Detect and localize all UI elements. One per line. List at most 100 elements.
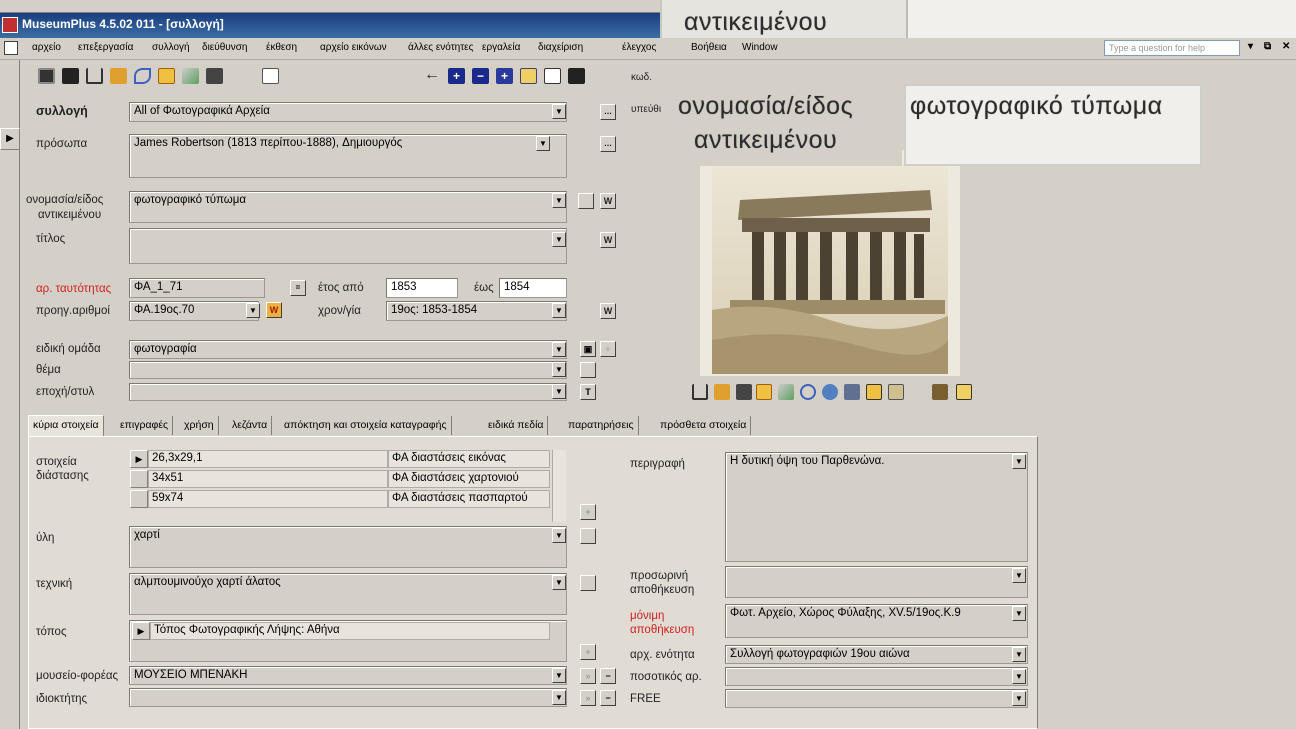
row-selector-icon[interactable]: ▶ <box>130 450 148 468</box>
menu-control[interactable]: έλεγχος <box>622 42 656 53</box>
place-add-icon[interactable]: + <box>580 644 596 660</box>
quantity-dropdown-icon[interactable]: ▼ <box>1012 669 1026 684</box>
era-style-field[interactable] <box>129 383 567 401</box>
back-arrow-icon[interactable]: ← <box>424 67 441 84</box>
year-to-field[interactable]: 1854 <box>499 278 567 298</box>
img-globe-icon[interactable] <box>822 384 838 400</box>
technique-field[interactable]: αλμπουμινούχο χαρτί άλατος <box>129 573 567 615</box>
img-save-icon[interactable] <box>866 384 882 400</box>
dimension-value[interactable]: 59x74 <box>148 490 388 508</box>
archive-unit-field[interactable]: Συλλογή φωτογραφιών 19ου αιώνα <box>725 645 1028 664</box>
minimize-icon[interactable]: ▾ <box>1248 41 1253 52</box>
restore-icon[interactable]: ⧉ <box>1264 41 1271 52</box>
img-person-icon[interactable] <box>714 384 730 400</box>
era-style-dropdown-icon[interactable]: ▼ <box>552 384 566 399</box>
museum-dropdown-icon[interactable]: ▼ <box>552 668 566 683</box>
owner-minus-icon[interactable]: − <box>600 690 616 706</box>
place-value[interactable]: Τόπος Φωτογραφικής Λήψης: Αθήνα <box>150 622 550 640</box>
dimension-value[interactable]: 26,3x29,1 <box>148 450 388 468</box>
special-group-add-icon[interactable]: + <box>600 341 616 357</box>
object-name-blank-button[interactable] <box>578 193 594 209</box>
tab-main[interactable]: κύρια στοιχεία <box>28 415 104 436</box>
special-group-dropdown-icon[interactable]: ▼ <box>552 342 566 357</box>
perm-storage-field[interactable]: Φωτ. Αρχείο, Χώρος Φύλαξης, XV.5/19ος.Κ.… <box>725 604 1028 638</box>
material-blank-button[interactable] <box>580 528 596 544</box>
row-selector[interactable] <box>130 490 148 508</box>
owner-link-icon[interactable]: » <box>580 690 596 706</box>
img-columns-icon[interactable] <box>692 384 708 400</box>
description-field[interactable]: Η δυτική όψη του Παρθενώνα. <box>725 452 1028 562</box>
quantity-field[interactable] <box>725 667 1028 686</box>
material-field[interactable]: χαρτί <box>129 526 567 568</box>
chronology-field[interactable]: 19ος: 1853-1854 <box>386 301 567 321</box>
place-row-selector-icon[interactable]: ▶ <box>132 622 150 640</box>
plus-icon[interactable]: + <box>448 68 465 84</box>
dimension-type[interactable]: ΦΑ διαστάσεις εικόνας <box>388 450 550 468</box>
form-icon[interactable] <box>4 41 18 55</box>
img-camera-icon[interactable] <box>736 384 752 400</box>
persons-field[interactable]: James Robertson (1813 περίπου-1888), Δημ… <box>129 134 567 178</box>
chronology-dropdown-icon[interactable]: ▼ <box>552 303 566 318</box>
subject-field[interactable] <box>129 361 567 379</box>
pen-icon[interactable] <box>182 68 199 84</box>
prev-no-dropdown-icon[interactable]: ▼ <box>246 303 260 318</box>
columns-icon[interactable] <box>86 68 103 84</box>
help-search-input[interactable]: Type a question for help <box>1104 40 1240 56</box>
menu-window[interactable]: Window <box>742 42 778 53</box>
img-pen-icon[interactable] <box>778 384 794 400</box>
img-edit-icon[interactable] <box>888 384 904 400</box>
collection-dropdown-icon[interactable]: ▼ <box>552 104 566 119</box>
dimension-type[interactable]: ΦΑ διαστάσεις πασπαρτού <box>388 490 550 508</box>
tab-use[interactable]: χρήση <box>180 416 219 435</box>
persons-more-button[interactable]: … <box>600 136 616 152</box>
dimensions-add-icon[interactable]: + <box>580 504 596 520</box>
menu-help[interactable]: Βοήθεια <box>691 42 727 53</box>
img-rotate-icon[interactable] <box>800 384 816 400</box>
plus-blue-icon[interactable]: + <box>496 68 513 84</box>
img-cube-icon[interactable] <box>844 384 860 400</box>
owner-field[interactable] <box>129 688 567 707</box>
menu-admin[interactable]: διαχείριση <box>538 42 583 53</box>
museum-field[interactable]: ΜΟΥΣΕΙΟ ΜΠΕΝΑΚΗ <box>129 666 567 685</box>
menu-edit[interactable]: επεξεργασία <box>78 42 133 53</box>
envelope-icon[interactable] <box>262 68 279 84</box>
title-field[interactable] <box>129 228 567 264</box>
row-selector[interactable] <box>130 470 148 488</box>
user-icon[interactable] <box>520 68 537 84</box>
binoculars-icon[interactable] <box>62 68 79 84</box>
free-dropdown-icon[interactable]: ▼ <box>1012 691 1026 706</box>
person-icon[interactable] <box>110 68 127 84</box>
temp-storage-dropdown-icon[interactable]: ▼ <box>1012 568 1026 583</box>
menu-file[interactable]: αρχείο <box>32 42 61 53</box>
form-view-icon[interactable] <box>38 68 55 84</box>
menu-exhibition[interactable]: έκθεση <box>266 42 297 53</box>
year-from-field[interactable]: 1853 <box>386 278 458 298</box>
menu-collection[interactable]: συλλογή <box>152 42 190 53</box>
title-dropdown-icon[interactable]: ▼ <box>552 232 566 247</box>
tab-remarks[interactable]: παρατηρήσεις <box>564 416 639 435</box>
preview-icon[interactable] <box>544 68 561 84</box>
special-group-field[interactable]: φωτογραφία <box>129 340 567 359</box>
subject-blank-button[interactable] <box>580 362 596 378</box>
find-icon[interactable] <box>568 68 585 84</box>
tab-special-fields[interactable]: ειδικά πεδία <box>484 416 549 435</box>
technique-dropdown-icon[interactable]: ▼ <box>552 575 566 590</box>
technique-blank-button[interactable] <box>580 575 596 591</box>
arrow-icon[interactable] <box>134 68 151 84</box>
object-name-w-button[interactable]: W <box>600 193 616 209</box>
object-name-field[interactable]: φωτογραφικό τύπωμα <box>129 191 567 223</box>
era-style-t-button[interactable]: T <box>580 384 596 400</box>
tab-caption[interactable]: λεζάντα <box>228 416 273 435</box>
dimension-type[interactable]: ΦΑ διαστάσεις χαρτονιού <box>388 470 550 488</box>
close-icon[interactable]: ✕ <box>1282 41 1290 52</box>
tab-additional[interactable]: πρόσθετα στοιχεία <box>656 416 752 435</box>
minus-icon[interactable]: − <box>472 68 489 84</box>
prev-no-w-button[interactable]: W <box>266 302 282 318</box>
folder-icon[interactable] <box>158 68 175 84</box>
museum-link-icon[interactable]: » <box>580 668 596 684</box>
museum-minus-icon[interactable]: − <box>600 668 616 684</box>
dimension-value[interactable]: 34x51 <box>148 470 388 488</box>
owner-dropdown-icon[interactable]: ▼ <box>552 690 566 705</box>
perm-storage-dropdown-icon[interactable]: ▼ <box>1012 606 1026 621</box>
collection-more-button[interactable]: … <box>600 104 616 120</box>
